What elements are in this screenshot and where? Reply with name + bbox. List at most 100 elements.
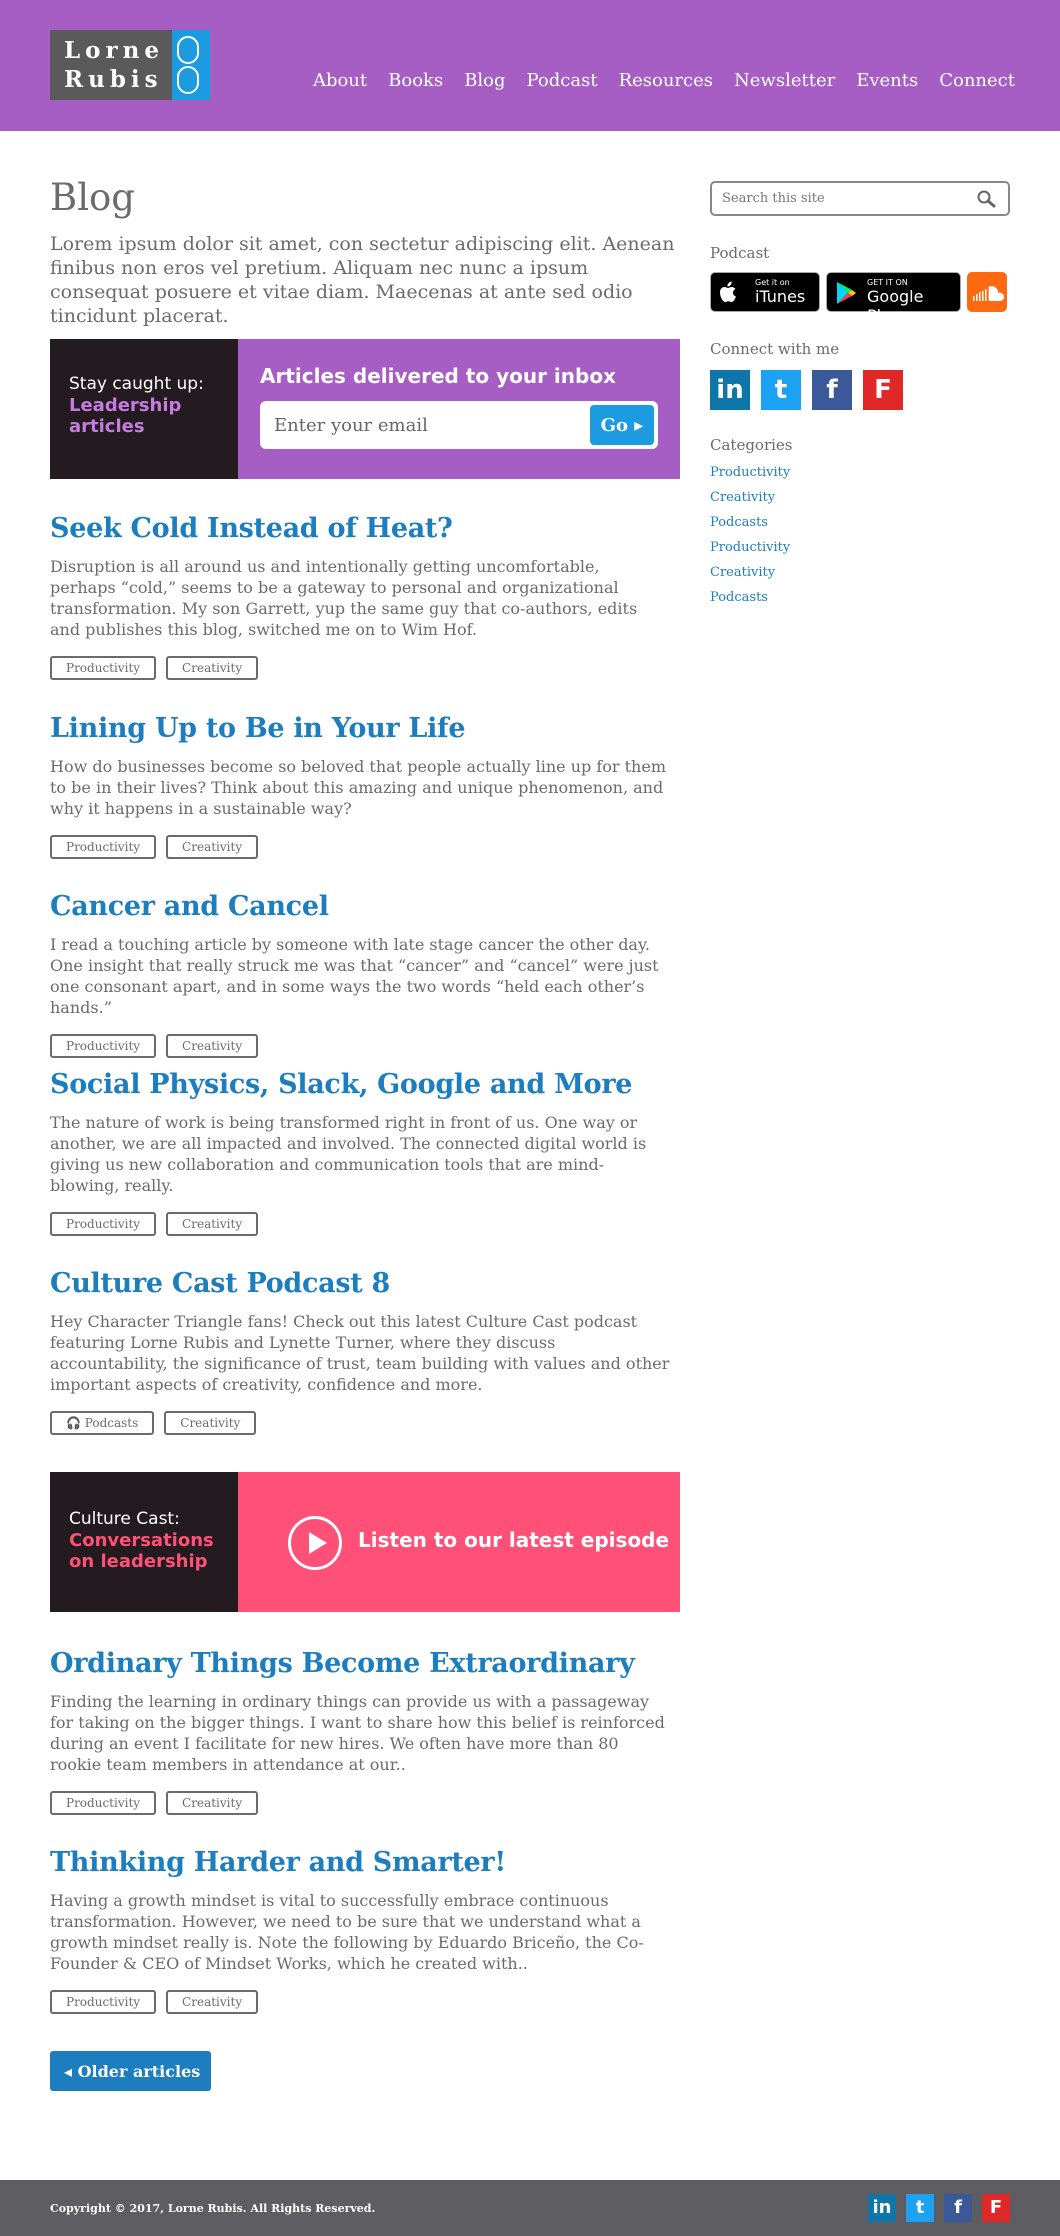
- email-input[interactable]: [260, 401, 590, 449]
- subscribe-heading: Articles delivered to your inbox: [260, 364, 616, 388]
- podcast-banner-cta[interactable]: Listen to our latest episode: [238, 1472, 680, 1612]
- copyright-text: Copyright © 2017, Lorne Rubis. All Right…: [50, 2202, 376, 2215]
- category-link[interactable]: Creativity: [710, 560, 1010, 585]
- twitter-icon[interactable]: t: [761, 370, 801, 410]
- subscribe-line2a: Leadership: [69, 395, 182, 416]
- podcast-badges: Get it on iTunes GET IT ON Google Play: [710, 272, 1010, 325]
- post: Cancer and Cancel I read a touching arti…: [50, 890, 680, 1058]
- post: Seek Cold Instead of Heat? Disruption is…: [50, 512, 680, 680]
- tag-productivity[interactable]: Productivity: [50, 1034, 157, 1058]
- apple-icon: [720, 281, 736, 302]
- tag-productivity[interactable]: Productivity: [50, 1791, 157, 1815]
- search-icon[interactable]: [976, 189, 996, 209]
- tag-podcasts[interactable]: 🎧 Podcasts: [50, 1411, 155, 1435]
- tag-creativity[interactable]: Creativity: [164, 1411, 257, 1435]
- post-excerpt: Having a growth mindset is vital to succ…: [50, 1891, 644, 1973]
- podcast-banner-line2b: on leadership: [69, 1551, 208, 1572]
- post-excerpt: The nature of work is being transformed …: [50, 1113, 647, 1195]
- post-title[interactable]: Ordinary Things Become Extraordinary: [50, 1647, 680, 1681]
- footer-social-links: in t f F: [868, 2194, 1010, 2222]
- main-content: Blog Lorem ipsum dolor sit amet, con sec…: [50, 176, 680, 2091]
- google-play-badge[interactable]: GET IT ON Google Play: [826, 272, 961, 325]
- tag-creativity[interactable]: Creativity: [166, 656, 259, 680]
- post-title[interactable]: Thinking Harder and Smarter!: [50, 1846, 680, 1880]
- listen-latest-label[interactable]: Listen to our latest episode: [358, 1528, 669, 1552]
- nav-resources[interactable]: Resources: [619, 70, 713, 91]
- tag-creativity[interactable]: Creativity: [166, 1990, 259, 2014]
- tag-productivity[interactable]: Productivity: [50, 1990, 157, 2014]
- category-link[interactable]: Creativity: [710, 485, 1010, 510]
- post-tags: Productivity Creativity: [50, 1791, 680, 1815]
- site-logo[interactable]: Lorne Rubis: [50, 30, 210, 100]
- category-link[interactable]: Productivity: [710, 535, 1010, 560]
- logo-line1: Lorne: [64, 37, 164, 64]
- page-intro: Lorem ipsum dolor sit amet, con sectetur…: [50, 233, 675, 327]
- footer-facebook-icon[interactable]: f: [944, 2194, 972, 2222]
- footer-twitter-icon[interactable]: t: [906, 2194, 934, 2222]
- podcast-banner-label: Culture Cast: Conversations on leadershi…: [50, 1472, 238, 1612]
- page-title: Blog: [50, 176, 135, 219]
- podcast-banner[interactable]: Culture Cast: Conversations on leadershi…: [50, 1472, 680, 1612]
- footer-flipboard-icon[interactable]: F: [982, 2194, 1010, 2222]
- itunes-badge[interactable]: Get it on iTunes: [710, 272, 820, 312]
- post: Thinking Harder and Smarter! Having a gr…: [50, 1846, 680, 2014]
- podcast-label: Podcast: [710, 244, 770, 262]
- itunes-small-text: Get it on: [755, 278, 790, 287]
- linkedin-icon[interactable]: in: [710, 370, 750, 410]
- tag-productivity[interactable]: Productivity: [50, 1212, 157, 1236]
- post-title[interactable]: Lining Up to Be in Your Life: [50, 712, 680, 746]
- post-title[interactable]: Cancer and Cancel: [50, 890, 680, 924]
- facebook-icon[interactable]: f: [812, 370, 852, 410]
- play-icon[interactable]: [288, 1516, 342, 1570]
- subscribe-go-button[interactable]: Go ▸: [590, 405, 654, 445]
- tag-creativity[interactable]: Creativity: [166, 1034, 259, 1058]
- glasses-icon: [172, 30, 210, 100]
- older-articles-button[interactable]: ◂ Older articles: [50, 2051, 211, 2091]
- categories-list: Productivity Creativity Podcasts Product…: [710, 460, 1010, 610]
- category-link[interactable]: Podcasts: [710, 585, 1010, 610]
- subscribe-form: Articles delivered to your inbox Go ▸: [238, 339, 680, 479]
- nav-events[interactable]: Events: [856, 70, 918, 91]
- logo-text: Lorne Rubis: [64, 36, 164, 94]
- nav-connect[interactable]: Connect: [939, 70, 1015, 91]
- subscribe-line1: Stay caught up:: [69, 374, 204, 394]
- post-title[interactable]: Seek Cold Instead of Heat?: [50, 512, 680, 546]
- google-play-big-text: Google Play: [867, 287, 924, 325]
- nav-blog[interactable]: Blog: [464, 70, 505, 91]
- search-input[interactable]: [712, 183, 962, 214]
- post: Culture Cast Podcast 8 Hey Character Tri…: [50, 1267, 680, 1435]
- tag-productivity[interactable]: Productivity: [50, 656, 157, 680]
- nav-books[interactable]: Books: [388, 70, 443, 91]
- category-link[interactable]: Productivity: [710, 460, 1010, 485]
- post-title[interactable]: Culture Cast Podcast 8: [50, 1267, 680, 1301]
- post-excerpt: Finding the learning in ordinary things …: [50, 1692, 665, 1774]
- category-link[interactable]: Podcasts: [710, 510, 1010, 535]
- itunes-big-text: iTunes: [755, 287, 806, 306]
- nav-podcast[interactable]: Podcast: [527, 70, 598, 91]
- logo-line2: Rubis: [64, 66, 163, 93]
- connect-label: Connect with me: [710, 340, 840, 358]
- soundcloud-badge[interactable]: [967, 272, 1007, 312]
- post: Ordinary Things Become Extraordinary Fin…: [50, 1647, 680, 1815]
- post: Social Physics, Slack, Google and More T…: [50, 1068, 680, 1236]
- footer-linkedin-icon[interactable]: in: [868, 2194, 896, 2222]
- post-excerpt: I read a touching article by someone wit…: [50, 935, 659, 1017]
- google-play-icon: [837, 282, 856, 304]
- flipboard-icon[interactable]: F: [863, 370, 903, 410]
- post-excerpt: How do businesses become so beloved that…: [50, 757, 666, 818]
- tag-productivity[interactable]: Productivity: [50, 835, 157, 859]
- post-tags: Productivity Creativity: [50, 1212, 680, 1236]
- tag-creativity[interactable]: Creativity: [166, 835, 259, 859]
- nav-about[interactable]: About: [313, 70, 367, 91]
- subscribe-line2b: articles: [69, 416, 145, 437]
- site-footer: Copyright © 2017, Lorne Rubis. All Right…: [0, 2180, 1060, 2236]
- nav-newsletter[interactable]: Newsletter: [734, 70, 835, 91]
- site-search: [710, 181, 1010, 216]
- subscribe-label: Stay caught up: Leadership articles: [50, 339, 238, 479]
- post-title[interactable]: Social Physics, Slack, Google and More: [50, 1068, 680, 1102]
- main-nav: About Books Blog Podcast Resources Newsl…: [292, 70, 1015, 91]
- tag-creativity[interactable]: Creativity: [166, 1212, 259, 1236]
- post-excerpt: Disruption is all around us and intentio…: [50, 557, 638, 639]
- site-header: Lorne Rubis About Books Blog Podcast Res…: [0, 0, 1060, 131]
- tag-creativity[interactable]: Creativity: [166, 1791, 259, 1815]
